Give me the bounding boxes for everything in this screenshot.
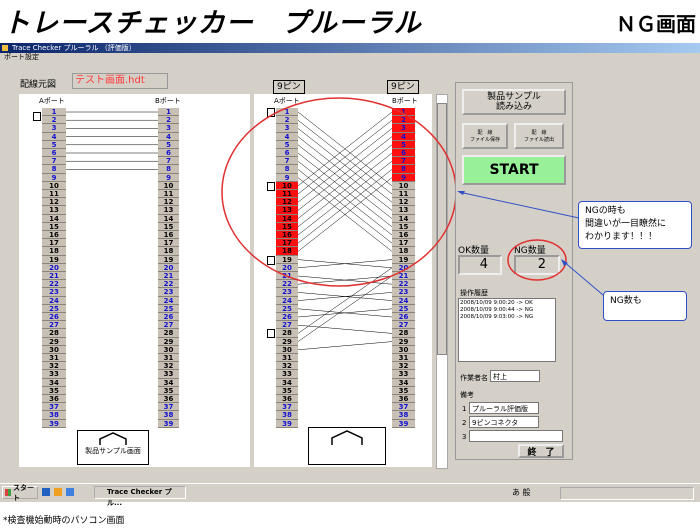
menu-port-settings[interactable]: ポート設定	[0, 53, 39, 62]
wire	[297, 341, 393, 351]
right-sample-box	[308, 427, 386, 465]
left-sample-box: 製品サンプル画面	[77, 430, 149, 465]
page-title: トレースチェッカー プルーラル	[3, 8, 422, 39]
sample-label: 製品サンプル画面	[85, 447, 141, 455]
app-screen: Trace Checker プルーラル （評価版） ポート設定 配線元図 テスト…	[0, 43, 700, 507]
pin-group-checkbox[interactable]	[267, 329, 275, 339]
pin-label-right: 9ピン	[387, 80, 419, 94]
operator-label: 作業者名	[460, 374, 488, 382]
wiring-source-label: 配線元図	[20, 80, 57, 90]
file-name-field: テスト画面.hdt	[72, 73, 168, 89]
ng-message-callout: NGの時も 間違いが一目瞭然に わかります！！！	[578, 201, 692, 249]
wire	[297, 324, 393, 334]
window-title: Trace Checker プルーラル （評価版）	[12, 44, 136, 52]
footer-note: *検査機始動時のパソコン画面	[3, 516, 125, 526]
note-field-1[interactable]: プルーラル評価版	[469, 402, 539, 414]
folder-quicklaunch-icon[interactable]	[54, 488, 62, 496]
taskbar: スタート Trace Checker プル... あ 般	[0, 483, 700, 507]
up-arrow-icon	[331, 430, 363, 445]
ime-indicator[interactable]: あ 般	[512, 487, 531, 498]
taskbar-app-button[interactable]: Trace Checker プル...	[94, 486, 186, 507]
note-num-3: 3	[462, 433, 467, 441]
desktop-quicklaunch-icon[interactable]	[66, 488, 74, 496]
load-sample-button[interactable]: 製品サンプル 読み込み	[462, 89, 566, 115]
start-button[interactable]: START	[462, 155, 566, 185]
app-icon	[2, 45, 8, 51]
left-wiring-panel: Aポート Bポート 1 2 3 4 5 6 7 8 9 10 11 12 13 14 15 16 17 18 19 2…	[19, 94, 250, 467]
save-wiring-file-button[interactable]: 配 線 ファイル保存	[462, 123, 508, 149]
page-title-right: ＮＧ画面	[616, 12, 696, 36]
note-field-2[interactable]: 9ピンコネクタ	[469, 416, 539, 428]
note-field-3[interactable]	[469, 430, 563, 442]
task-label: Trace Checker プル...	[107, 488, 172, 507]
pin-label-left: 9ピン	[273, 80, 305, 94]
up-arrow-icon	[99, 432, 127, 445]
ie-quicklaunch-icon[interactable]	[42, 488, 50, 496]
ng-highlight-circle	[221, 97, 457, 287]
left-wires	[66, 111, 158, 170]
operator-field[interactable]: 村上	[490, 370, 540, 382]
start-menu-button[interactable]: スタート	[2, 484, 38, 502]
end-button[interactable]: 終 了	[518, 444, 564, 458]
note-num-2: 2	[462, 419, 467, 427]
window-titlebar: Trace Checker プルーラル （評価版）	[0, 43, 700, 53]
windows-logo-icon	[5, 489, 11, 496]
ng-count-callout: NG数も	[603, 291, 687, 321]
load-wiring-file-button[interactable]: 配 線 ファイル読出	[514, 123, 564, 149]
start-label: スタート	[13, 483, 34, 502]
note-num-1: 1	[462, 405, 467, 413]
system-tray	[560, 487, 694, 500]
notes-label: 備考	[460, 391, 474, 399]
